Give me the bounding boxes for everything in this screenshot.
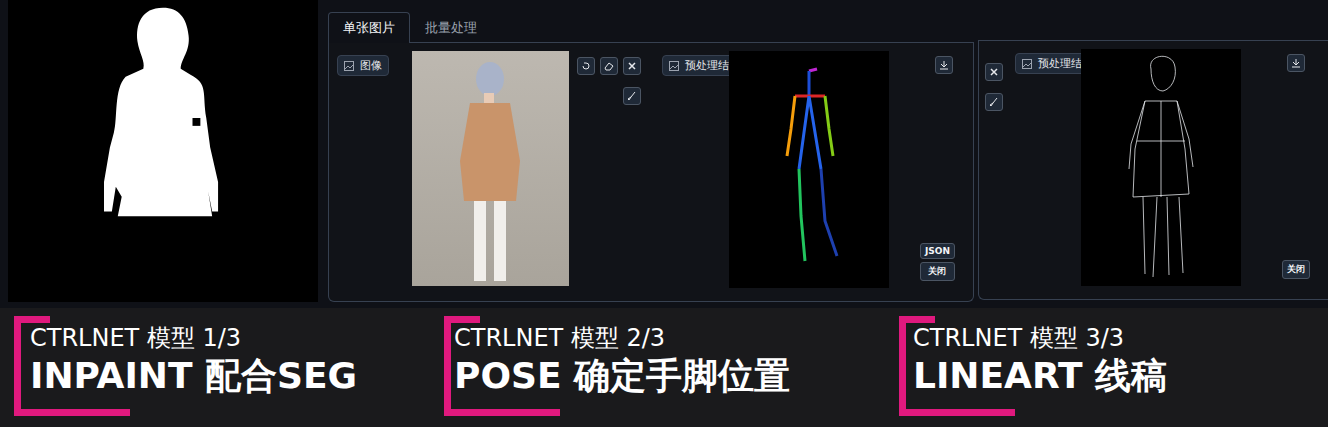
caption: CTRLNET 模型 1/3INPAINT 配合SEG: [0, 308, 430, 427]
image-tools: [577, 51, 641, 293]
image-icon: [1022, 59, 1032, 69]
close-icon: [627, 61, 637, 71]
caption: CTRLNET 模型 2/3POSE 确定手脚位置: [430, 308, 885, 427]
undo-icon: [581, 61, 591, 71]
caption-subtitle: POSE 确定手脚位置: [448, 353, 885, 398]
image-icon: [669, 61, 679, 71]
caption-title: CTRLNET 模型 3/3: [907, 324, 1328, 353]
model-figure-icon: [412, 51, 569, 286]
image-block: 图像预处理结果预览JSON关闭: [328, 43, 974, 302]
caption-subtitle: INPAINT 配合SEG: [24, 353, 430, 398]
eraser-icon: [604, 61, 614, 71]
image-tools: [979, 49, 1009, 291]
image-block: 预处理结果预览关闭: [978, 40, 1328, 300]
caption-title: CTRLNET 模型 2/3: [448, 324, 885, 353]
caption-subtitle: LINEART 线稿: [907, 353, 1328, 398]
brush-button[interactable]: [623, 87, 641, 105]
mask-panel: [0, 0, 318, 308]
brush-icon: [989, 97, 999, 107]
mask-image: [8, 0, 318, 302]
lineart-figure-icon: [1081, 49, 1241, 286]
preview-area: 预处理结果预览JSON关闭: [654, 51, 973, 293]
preview-area: 预处理结果预览关闭: [1009, 49, 1328, 291]
screenshot: 单张图片批量处理图像预处理结果预览JSON关闭预处理结果预览关闭CTRLNET …: [0, 0, 1328, 427]
single-image-panel: 单张图片批量处理图像预处理结果预览JSON关闭: [318, 0, 978, 308]
close-icon: [989, 67, 999, 77]
caption-title: CTRLNET 模型 1/3: [24, 324, 430, 353]
close-button[interactable]: [985, 63, 1003, 81]
preview-button[interactable]: JSON: [920, 243, 955, 259]
pose-preview: [729, 51, 889, 288]
input-area: 图像: [329, 51, 654, 293]
preview-button[interactable]: 关闭: [1282, 260, 1310, 279]
eraser-button[interactable]: [600, 57, 618, 75]
download-button[interactable]: [935, 56, 953, 74]
image-icon: [344, 61, 354, 71]
pose-skeleton-icon: [729, 51, 889, 288]
preview-buttons: 关闭: [1282, 260, 1310, 279]
image-label: 图像: [337, 55, 389, 76]
download-icon: [1291, 58, 1301, 68]
preview-button[interactable]: 关闭: [920, 262, 955, 281]
brush-icon: [627, 91, 637, 101]
download-icon: [939, 60, 949, 70]
close-button[interactable]: [623, 57, 641, 75]
undo-button[interactable]: [577, 57, 595, 75]
tab[interactable]: 单张图片: [328, 12, 410, 43]
lineart-preview: [1081, 49, 1241, 286]
tab[interactable]: 批量处理: [410, 12, 492, 43]
preview-buttons: JSON 关闭: [920, 243, 955, 281]
caption-bar: CTRLNET 模型 1/3INPAINT 配合SEGCTRLNET 模型 2/…: [0, 308, 1328, 427]
silhouette-icon: [13, 0, 313, 295]
input-photo: [412, 51, 569, 286]
controlnet-panels: 单张图片批量处理图像预处理结果预览JSON关闭预处理结果预览关闭: [0, 0, 1328, 308]
caption: CTRLNET 模型 3/3LINEART 线稿: [885, 308, 1328, 427]
brush-button[interactable]: [985, 93, 1003, 111]
lineart-panel: 预处理结果预览关闭: [978, 0, 1328, 308]
download-button[interactable]: [1287, 54, 1305, 72]
tab-bar: 单张图片批量处理: [328, 8, 974, 43]
